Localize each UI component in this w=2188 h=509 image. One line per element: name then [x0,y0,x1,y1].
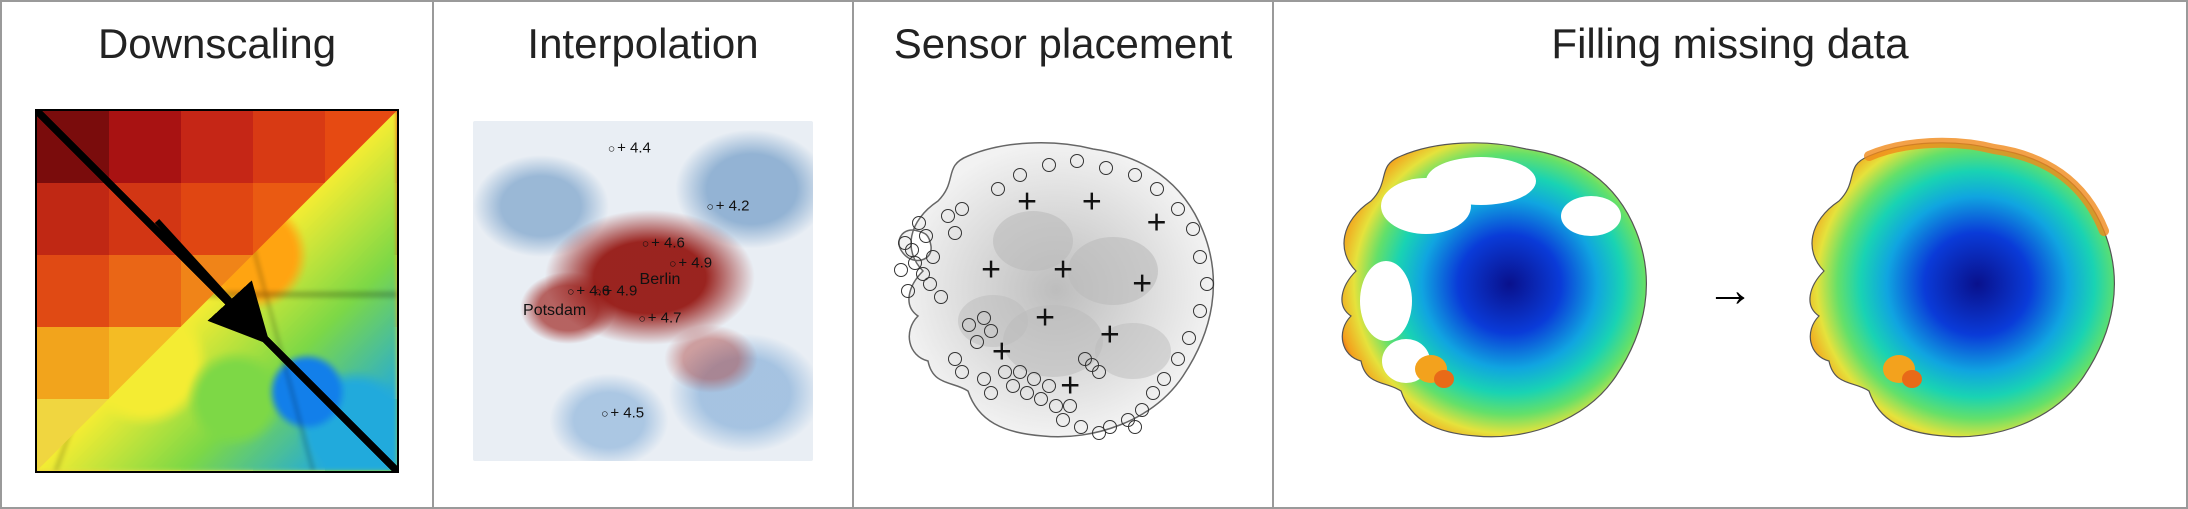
filling-row: → [1286,86,2174,495]
proposed-sensor-icon: + [1132,264,1152,303]
panel-title-sensor: Sensor placement [894,20,1233,68]
existing-station-icon [1074,420,1088,434]
existing-station-icon [1063,399,1077,413]
interp-point: + 4.5 [601,405,644,420]
existing-station-icon [1006,379,1020,393]
existing-station-icon [1013,365,1027,379]
existing-station-icon [991,182,1005,196]
existing-station-icon [1056,413,1070,427]
interp-point: + 4.9 [669,256,712,271]
existing-station-icon [1099,161,1113,175]
proposed-sensor-icon: + [1035,298,1055,337]
existing-station-icon [919,229,933,243]
filling-image: → [1286,86,2174,495]
existing-station-icon [926,250,940,264]
arrow-icon [37,111,397,471]
interp-point: + 4.2 [706,198,749,213]
panel-title-filling: Filling missing data [1551,20,1908,68]
existing-station-icon [1027,372,1041,386]
existing-station-icon [908,256,922,270]
existing-station-icon [1150,182,1164,196]
proposed-sensor-icon: + [1082,183,1102,222]
antarctica-after [1784,121,2144,461]
proposed-sensor-icon: + [1053,251,1073,290]
existing-station-icon [901,284,915,298]
existing-station-icon [1128,168,1142,182]
existing-station-icon [1020,386,1034,400]
existing-station-icon [898,236,912,250]
interp-point: + 4.6 [642,235,685,250]
panel-interpolation: Interpolation Berlin Potsdam + 4.4 + 4.2 +… [434,0,854,509]
existing-station-icon [894,263,908,277]
existing-station-icon [948,226,962,240]
existing-station-icon [977,372,991,386]
existing-station-icon [1171,352,1185,366]
existing-station-icon [1193,304,1207,318]
sensor-graphic: ++++++++++ [883,121,1243,461]
existing-station-icon [998,365,1012,379]
existing-station-icon [1128,420,1142,434]
existing-station-icon [1171,202,1185,216]
existing-station-icon [941,209,955,223]
panel-title-interpolation: Interpolation [527,20,758,68]
existing-station-icon [1186,222,1200,236]
proposed-sensor-icon: + [981,251,1001,290]
city-potsdam: Potsdam [523,303,586,319]
existing-station-icon [1049,399,1063,413]
existing-station-icon [1182,331,1196,345]
interpolation-image: Berlin Potsdam + 4.4+ 4.2+ 4.6+ 4.9+ 4.6… [446,86,840,495]
existing-station-icon [955,202,969,216]
existing-station-icon [1078,352,1092,366]
panel-downscaling: Downscaling [0,0,434,509]
existing-station-icon [912,216,926,230]
existing-station-icon [923,277,937,291]
interp-point: + 4.9 [594,283,637,298]
existing-station-icon [934,290,948,304]
existing-station-icon [1135,403,1149,417]
arrow-icon: → [1706,263,1754,318]
panel-title-downscaling: Downscaling [98,20,336,68]
existing-station-icon [962,318,976,332]
existing-station-icon [948,352,962,366]
existing-station-icon [1146,386,1160,400]
figure-row: Downscaling Interpolation [0,0,2188,509]
existing-station-icon [1042,379,1056,393]
existing-station-icon [1013,168,1027,182]
proposed-sensor-icon: + [1147,203,1167,242]
existing-station-icon [984,324,998,338]
antarctica-filled-icon [1784,121,2144,461]
proposed-sensor-icon: + [1100,315,1120,354]
existing-station-icon [1103,420,1117,434]
existing-station-icon [1042,158,1056,172]
sensor-image: ++++++++++ [866,86,1260,495]
antarctica-with-gaps-icon [1316,121,1676,461]
downscaling-image [14,86,420,495]
existing-station-icon [1200,277,1214,291]
panel-filling-missing: Filling missing data [1274,0,2188,509]
existing-station-icon [1070,154,1084,168]
downscaling-graphic [35,109,399,473]
existing-station-icon [955,365,969,379]
existing-station-icon [970,335,984,349]
panel-sensor-placement: Sensor placement +++ [854,0,1274,509]
interp-point: + 4.7 [638,310,681,325]
existing-station-icon [984,386,998,400]
interp-point: + 4.4 [608,140,651,155]
existing-station-icon [1157,372,1171,386]
existing-station-icon [1092,365,1106,379]
existing-station-icon [1193,250,1207,264]
existing-station-icon [977,311,991,325]
city-berlin: Berlin [640,272,681,288]
antarctica-before [1316,121,1676,461]
interpolation-graphic: Berlin Potsdam + 4.4+ 4.2+ 4.6+ 4.9+ 4.6… [473,121,813,461]
proposed-sensor-icon: + [1017,183,1037,222]
existing-station-icon [1034,392,1048,406]
